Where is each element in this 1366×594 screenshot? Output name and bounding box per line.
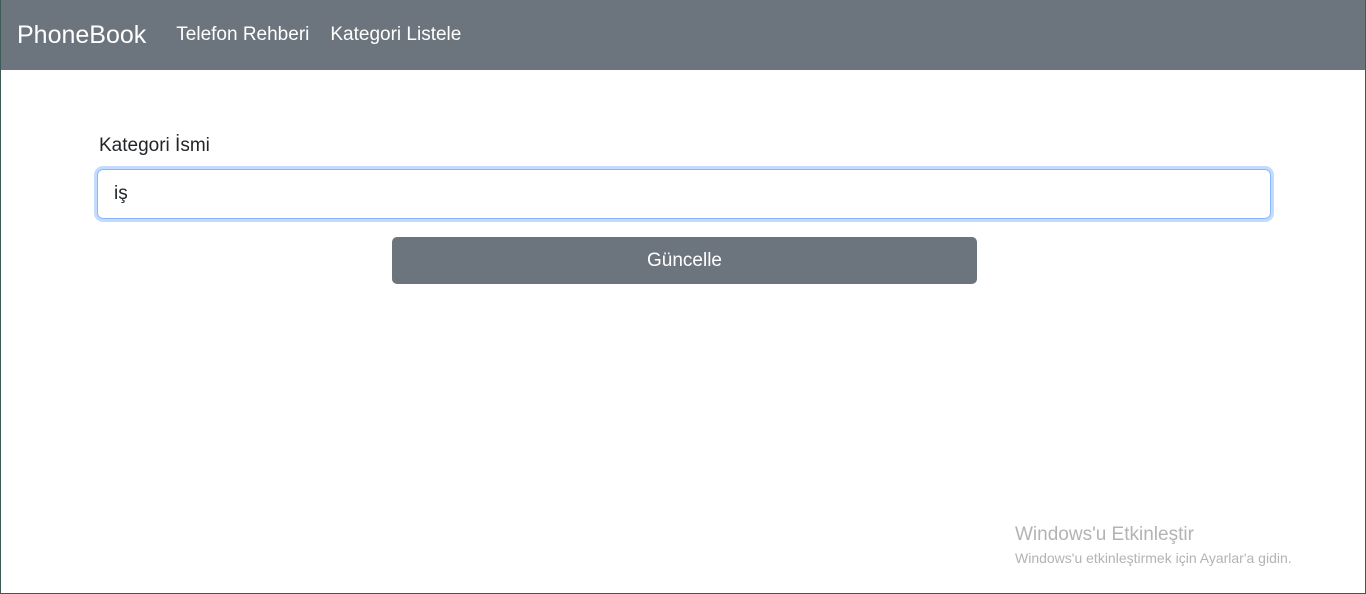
windows-activation-subtitle: Windows'u etkinleştirmek için Ayarlar'a … [1015,550,1292,566]
top-navbar: PhoneBook Telefon Rehberi Kategori Liste… [1,0,1365,70]
update-button[interactable]: Güncelle [392,237,977,284]
category-name-input-wrapper [97,169,1271,219]
nav-link-telefon-rehberi[interactable]: Telefon Rehberi [176,24,309,46]
category-name-input[interactable] [97,169,1271,219]
category-name-label: Kategori İsmi [99,135,210,156]
nav-link-kategori-listele[interactable]: Kategori Listele [330,24,461,46]
navbar-brand-link[interactable]: PhoneBook [17,21,146,50]
browser-viewport: PhoneBook Telefon Rehberi Kategori Liste… [0,0,1366,594]
windows-activation-title: Windows'u Etkinleştir [1015,524,1194,545]
